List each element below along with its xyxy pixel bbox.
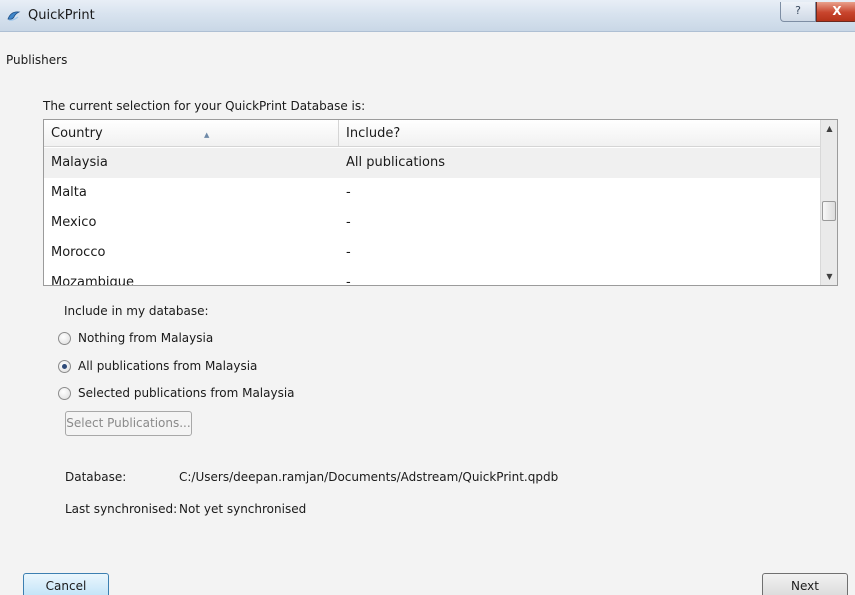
radio-label: Nothing from Malaysia — [78, 331, 214, 345]
country-cell: Malta — [51, 185, 87, 200]
include-cell: - — [346, 215, 351, 230]
title-bar: QuickPrint ? X — [0, 0, 855, 32]
include-cell: - — [346, 275, 351, 286]
include-cell: - — [346, 185, 351, 200]
last-synchronised-value: Not yet synchronised — [179, 502, 307, 516]
radio-button[interactable] — [58, 360, 71, 373]
country-cell: Mozambique — [51, 275, 134, 286]
database-label: Database: — [65, 470, 127, 484]
help-button[interactable]: ? — [780, 2, 816, 22]
table-row[interactable]: Morocco - — [44, 238, 820, 268]
next-button[interactable]: Next — [762, 573, 848, 595]
column-header-country[interactable]: Country ▲ — [44, 120, 339, 147]
table-row[interactable]: Malaysia All publications — [44, 148, 820, 178]
scrollbar-thumb[interactable] — [822, 201, 836, 221]
country-cell: Mexico — [51, 215, 97, 230]
include-options-label: Include in my database: — [64, 304, 209, 318]
last-synchronised-label: Last synchronised: — [65, 502, 178, 516]
country-cell: Morocco — [51, 245, 106, 260]
scroll-down-arrow-icon[interactable]: ▼ — [821, 268, 837, 285]
quickprint-app-icon — [6, 8, 22, 24]
window-title: QuickPrint — [28, 8, 95, 23]
radio-button[interactable] — [58, 387, 71, 400]
cancel-button[interactable]: Cancel — [23, 573, 109, 595]
radio-label: All publications from Malaysia — [78, 359, 258, 373]
column-header-label: Include? — [346, 126, 401, 141]
table-header: Country ▲ Include? — [44, 120, 820, 147]
close-button[interactable]: X — [816, 2, 855, 22]
publishers-table: Country ▲ Include? Malaysia All publicat… — [43, 119, 838, 286]
scroll-up-arrow-icon[interactable]: ▲ — [821, 120, 837, 137]
selection-label: The current selection for your QuickPrin… — [43, 99, 366, 113]
table-row[interactable]: Mexico - — [44, 208, 820, 238]
table-row[interactable]: Malta - — [44, 178, 820, 208]
select-publications-button[interactable]: Select Publications... — [65, 411, 192, 436]
table-scrollbar[interactable]: ▲ ▼ — [820, 120, 837, 285]
table-body: Malaysia All publications Malta - Mexico… — [44, 148, 820, 286]
include-cell: All publications — [346, 155, 446, 170]
sort-ascending-icon: ▲ — [204, 131, 210, 139]
page-title: Publishers — [6, 53, 68, 67]
radio-label: Selected publications from Malaysia — [78, 386, 295, 400]
country-cell: Malaysia — [51, 155, 108, 170]
include-cell: - — [346, 245, 351, 260]
table-row[interactable]: Mozambique - — [44, 268, 820, 286]
radio-button[interactable] — [58, 332, 71, 345]
column-header-label: Country — [51, 126, 103, 141]
database-path: C:/Users/deepan.ramjan/Documents/Adstrea… — [179, 470, 559, 484]
column-header-include[interactable]: Include? — [339, 120, 820, 147]
